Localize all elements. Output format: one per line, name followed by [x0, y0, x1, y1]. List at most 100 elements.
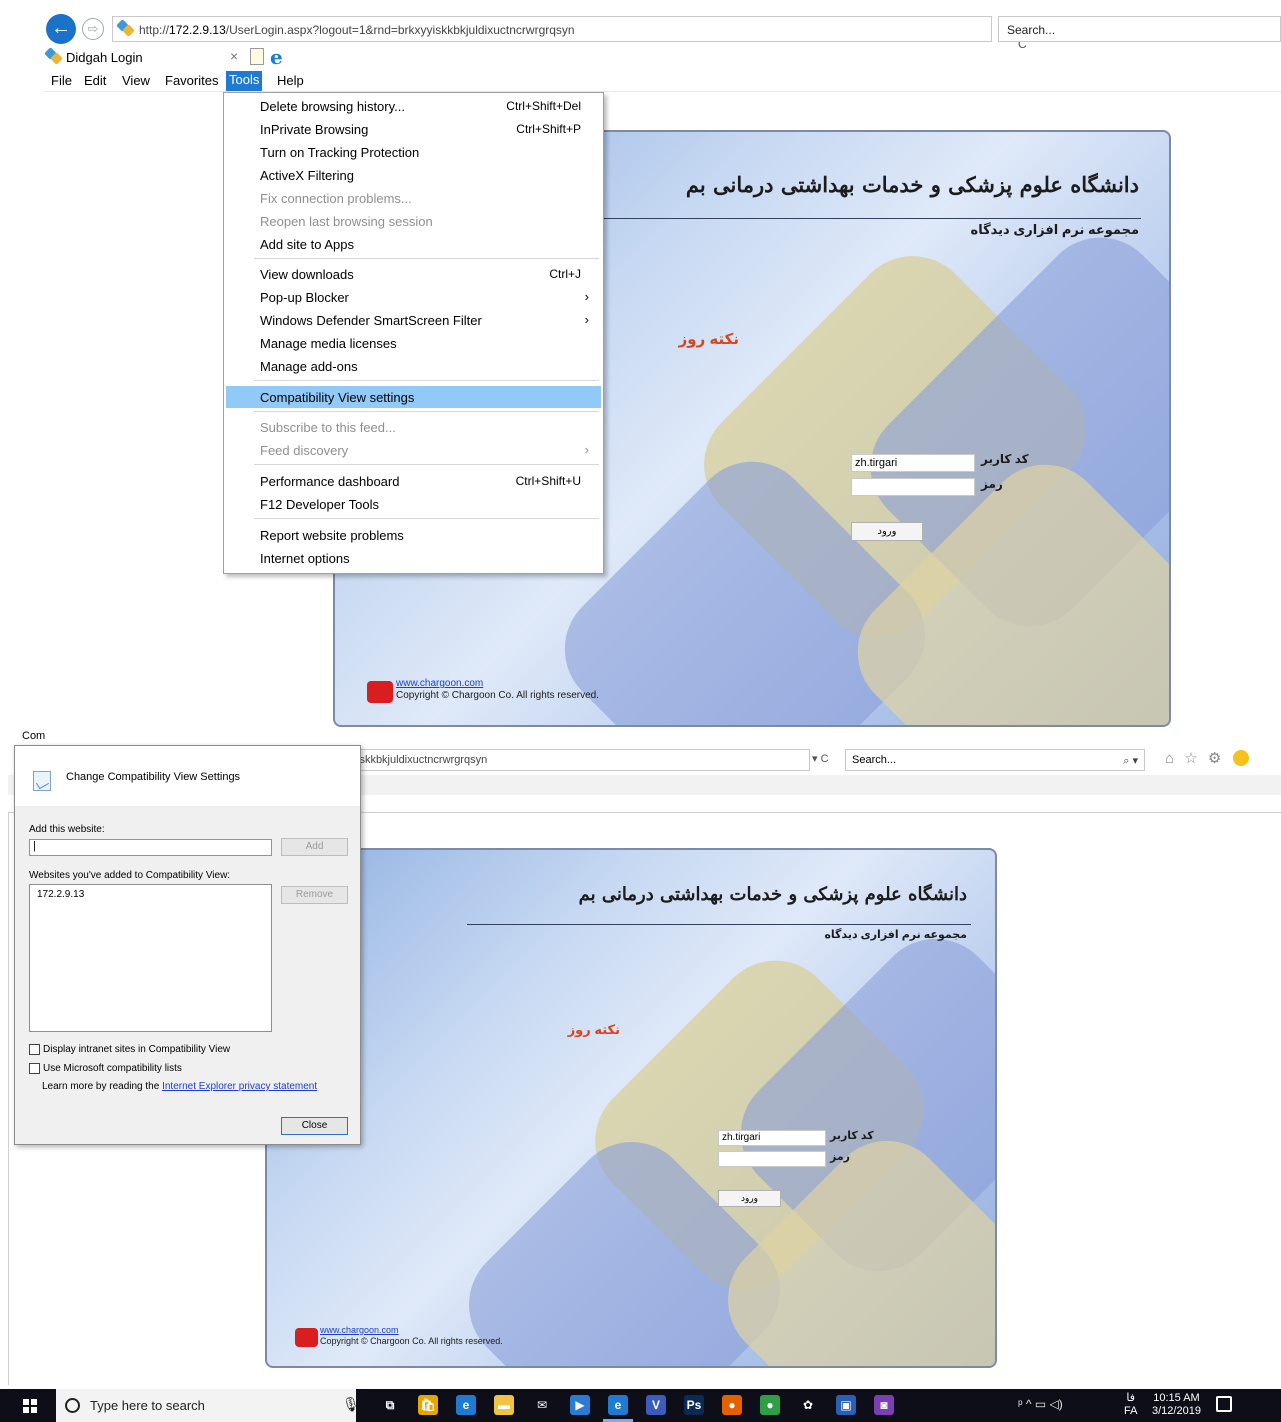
menu-item-manage-addons[interactable]: Manage add-ons [226, 355, 601, 377]
list-item[interactable]: 172.2.9.13 [37, 889, 84, 900]
internet-explorer-icon[interactable]: e [608, 1395, 628, 1415]
system-tray-icons[interactable]: ᵖ ^ ▭ ◁) [1018, 1397, 1063, 1411]
privacy-statement-link[interactable]: Internet Explorer privacy statement [162, 1081, 317, 1092]
menu-tools[interactable]: Tools [226, 71, 263, 91]
taskbar-search[interactable]: Type here to search 🎙 [56, 1389, 360, 1422]
chrome-icon[interactable]: ● [760, 1395, 780, 1415]
paint-icon[interactable]: ✿ [798, 1395, 818, 1415]
compatibility-icon [33, 771, 51, 791]
login-button[interactable]: ورود [718, 1190, 781, 1207]
menu-item-subscribe-feed: Subscribe to this feed... [260, 420, 396, 435]
second-refresh-icon[interactable]: ▾ C [812, 752, 829, 765]
menu-item-media-licenses[interactable]: Manage media licenses [226, 332, 601, 354]
login-button[interactable]: ورود [851, 522, 923, 541]
feedback-smiley-icon[interactable] [1233, 750, 1249, 766]
password-input[interactable] [718, 1151, 826, 1167]
chargoon-link[interactable]: www.chargoon.com [396, 678, 483, 689]
notification-icon[interactable] [1216, 1396, 1232, 1412]
file-explorer-icon[interactable]: ▬ [494, 1395, 514, 1415]
forward-button[interactable]: ⇨ [82, 18, 104, 40]
menu-item-smartscreen[interactable]: Windows Defender SmartScreen Filter › [226, 309, 601, 331]
menu-item-inprivate[interactable]: InPrivate Browsing Ctrl+Shift+P [226, 118, 601, 140]
learn-more-text: Learn more by reading the Internet Explo… [42, 1081, 318, 1092]
password-label: رمز [830, 1151, 850, 1163]
menu-file[interactable]: File [48, 73, 75, 88]
address-text: http://172.2.9.13/UserLogin.aspx?logout=… [139, 23, 575, 37]
second-address-bar[interactable]: iskkbkjuldixuctncrwrgrqsyn [350, 749, 810, 771]
username-input[interactable]: zh.tirgari [718, 1130, 826, 1146]
menu-item-tracking-protection[interactable]: Turn on Tracking Protection [226, 141, 601, 163]
back-button[interactable]: ← [46, 14, 76, 44]
search-input[interactable]: Search... [998, 16, 1281, 42]
menu-item-delete-history[interactable]: Delete browsing history... Ctrl+Shift+Del [226, 95, 601, 117]
add-website-input[interactable]: | [29, 839, 272, 856]
menu-item-internet-options[interactable]: Internet options [226, 547, 601, 569]
clock[interactable]: 10:15 AM 3/12/2019 [1152, 1392, 1201, 1418]
remote-desktop-icon[interactable]: ▣ [836, 1395, 856, 1415]
menu-separator [254, 411, 599, 412]
password-label: رمز [981, 477, 1003, 491]
menu-item-add-site-apps[interactable]: Add site to Apps [226, 233, 601, 255]
tab-close-icon[interactable]: × [230, 48, 238, 64]
menu-item-report-problems[interactable]: Report website problems [226, 524, 601, 546]
microphone-icon[interactable]: 🎙 [342, 1396, 360, 1413]
menu-item-activex-filtering[interactable]: ActiveX Filtering [226, 164, 601, 186]
menu-separator [254, 464, 599, 465]
chargoon-link[interactable]: www.chargoon.com [320, 1325, 399, 1335]
language-indicator[interactable]: فا FA [1124, 1392, 1137, 1418]
second-search-input[interactable]: Search... ⌕ ▾ [845, 749, 1145, 771]
dialog-header: Change Compatibility View Settings [15, 746, 360, 806]
menu-separator [254, 518, 599, 519]
edge-icon[interactable]: e [456, 1395, 476, 1415]
username-input[interactable]: zh.tirgari [851, 454, 975, 472]
mail-icon[interactable]: ✉ [532, 1395, 552, 1415]
menu-item-popup-blocker[interactable]: Pop-up Blocker › [226, 286, 601, 308]
ms-lists-checkbox[interactable] [29, 1063, 40, 1074]
ie-logo-icon: e [270, 45, 283, 69]
menu-item-view-downloads[interactable]: View downloads Ctrl+J [226, 263, 601, 285]
address-bar[interactable]: http://172.2.9.13/UserLogin.aspx?logout=… [112, 16, 1027, 51]
menu-edit[interactable]: Edit [81, 73, 109, 88]
tab-didgah-login[interactable]: Didgah Login × [44, 46, 244, 68]
username-label: کد کاربر [830, 1130, 874, 1142]
visio-icon[interactable]: V [646, 1395, 666, 1415]
sites-list[interactable]: 172.2.9.13 [29, 884, 272, 1032]
menu-help[interactable]: Help [274, 73, 307, 88]
search-icon[interactable]: ⌕ ▾ [1123, 754, 1138, 768]
tab-title: Didgah Login [66, 50, 143, 65]
tip-of-day: نکته روز [567, 1022, 620, 1037]
remove-button[interactable]: Remove [281, 886, 348, 904]
menu-item-fix-connection: Fix connection problems... [260, 191, 412, 206]
menu-bar: File Edit View Favorites Tools Help [44, 70, 1281, 92]
menu-favorites[interactable]: Favorites [162, 73, 221, 88]
windows-start-icon[interactable] [23, 1399, 37, 1413]
intranet-label: Display intranet sites in Compatibility … [43, 1044, 231, 1055]
compatibility-view-dialog: Change Compatibility View Settings Add t… [14, 745, 361, 1145]
password-input[interactable] [851, 478, 975, 496]
media-icon[interactable]: ▶ [570, 1395, 590, 1415]
menu-item-reopen-session: Reopen last browsing session [260, 214, 433, 229]
new-tab-icon[interactable] [250, 48, 264, 65]
login-panel-second: دانشگاه علوم پزشکی و خدمات بهداشتی درمان… [265, 848, 997, 1368]
username-label: کد کاربر [981, 452, 1029, 466]
photoshop-icon[interactable]: Ps [684, 1395, 704, 1415]
intranet-checkbox[interactable] [29, 1044, 40, 1055]
menu-item-compatibility-view[interactable]: Compatibility View settings [226, 386, 601, 408]
page-subtitle: مجموعه نرم افزاری دیدگاه [824, 929, 967, 941]
page-subtitle: مجموعه نرم افزاری دیدگاه [970, 222, 1139, 237]
menu-item-f12-tools[interactable]: F12 Developer Tools [226, 493, 601, 515]
submenu-arrow-icon: › [584, 312, 589, 327]
cortana-icon [65, 1398, 80, 1413]
menu-item-performance-dashboard[interactable]: Performance dashboard Ctrl+Shift+U [226, 470, 601, 492]
page-title: دانشگاه علوم پزشکی و خدمات بهداشتی درمان… [685, 172, 1139, 197]
menu-separator [254, 258, 599, 259]
app-purple-icon[interactable]: ◙ [874, 1395, 894, 1415]
home-favorites-tools-icons[interactable]: ⌂ ☆ ⚙ [1165, 749, 1224, 767]
task-view-icon[interactable]: ⧉ [380, 1395, 400, 1415]
add-button[interactable]: Add [281, 838, 348, 856]
menu-view[interactable]: View [119, 73, 153, 88]
store-icon[interactable]: 🛍 [418, 1395, 438, 1415]
firefox-icon[interactable]: ● [722, 1395, 742, 1415]
menu-item-feed-discovery: Feed discovery › [260, 442, 589, 458]
close-button[interactable]: Close [281, 1117, 348, 1135]
